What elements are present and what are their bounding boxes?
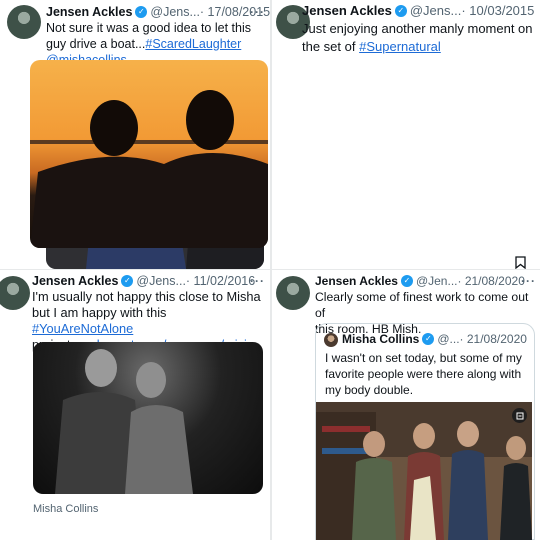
expand-glyph-icon [516,412,523,419]
more-options-icon[interactable]: ··· [250,274,265,288]
more-options-icon[interactable]: ··· [250,5,265,19]
silhouette-head [186,90,234,150]
tweet-photo[interactable] [316,402,532,540]
book-row [322,426,370,432]
tweet-header: Jensen Ackles ✓ @Jens... · 10/03/2015 [302,3,534,18]
face-shape [506,436,526,460]
sunset-scene-illustration [30,90,268,248]
panel-divider-vertical [270,0,272,540]
verified-badge-icon: ✓ [121,275,134,287]
tweet-photo[interactable] [30,60,268,248]
silhouette-bodies [30,153,268,248]
tweet-text: Just enjoying another manly moment on th… [302,20,538,56]
author-handle[interactable]: @Jens... [150,5,200,19]
tweet-date[interactable]: · 10/03/2015 [461,3,534,18]
author-name[interactable]: Jensen Ackles [315,274,398,288]
face-shape [136,362,166,398]
face-shape [457,421,479,447]
author-name[interactable]: Jensen Ackles [46,5,132,19]
more-options-icon[interactable]: ··· [521,274,536,288]
tweet-body: but I am happy with this [32,305,167,320]
tweet-body: Clearly some of finest work to come out … [315,290,529,320]
tweet-header: Misha Collins ✓ @... · 21/08/2020 [342,332,527,346]
hashtag-link[interactable]: #Supernatural [359,39,441,54]
face-shape [413,423,435,449]
shirt-shape [500,463,532,540]
silhouette-head [90,100,138,156]
author-name[interactable]: Jensen Ackles [32,274,118,288]
verified-badge-icon: ✓ [394,4,407,17]
face-shape [363,431,385,457]
book-row [322,448,370,454]
author-handle[interactable]: @Jen... [416,274,458,288]
face-shape [85,349,117,387]
tweet-header: Jensen Ackles ✓ @Jen... · 21/08/2020 [315,274,525,288]
verified-badge-icon: ✓ [400,275,413,287]
set-scene-illustration [316,412,532,540]
avatar[interactable] [0,276,30,310]
horizon-line [30,140,268,144]
author-name[interactable]: Misha Collins [342,332,419,346]
tweet-body: I'm usually not happy this close to Mish… [32,289,261,304]
hashtag-link[interactable]: #ScaredLaughter [145,37,241,51]
bookmark-icon[interactable] [515,256,526,269]
media-expand-icon[interactable] [512,408,527,423]
verified-badge-icon: ✓ [422,333,435,345]
photo-tag[interactable]: Misha Collins [33,503,98,515]
tweet-date[interactable]: · 21/08/2020 [460,332,527,346]
tweet-photo[interactable] [33,342,263,494]
tweet-header: Jensen Ackles ✓ @Jens... · 17/08/2015 [46,5,270,19]
tweet-date[interactable]: · 21/08/2020 [457,274,524,288]
photo-watermark: Mestielx [490,233,520,242]
shirt-shape [448,450,488,540]
author-handle[interactable]: @Jens... [410,3,462,18]
tweet-text: I wasn't on set today, but some of my fa… [325,351,522,397]
tweet-header: Jensen Ackles ✓ @Jens... · 11/02/2016 [32,274,255,288]
avatar[interactable] [324,333,338,347]
author-name[interactable]: Jensen Ackles [302,3,392,18]
verified-badge-icon: ✓ [135,6,148,18]
author-handle[interactable]: @... [437,332,459,346]
bw-portrait-illustration [55,349,193,494]
avatar[interactable] [276,276,310,310]
hashtag-link[interactable]: #YouAreNotAlone [32,321,133,336]
panel-divider-horizontal [0,269,540,270]
avatar[interactable] [7,5,41,39]
tweet-date[interactable]: · 11/02/2016 [186,274,255,288]
shirt-shape [352,458,396,540]
shirt-shape [125,405,193,494]
author-handle[interactable]: @Jens... [136,274,186,288]
